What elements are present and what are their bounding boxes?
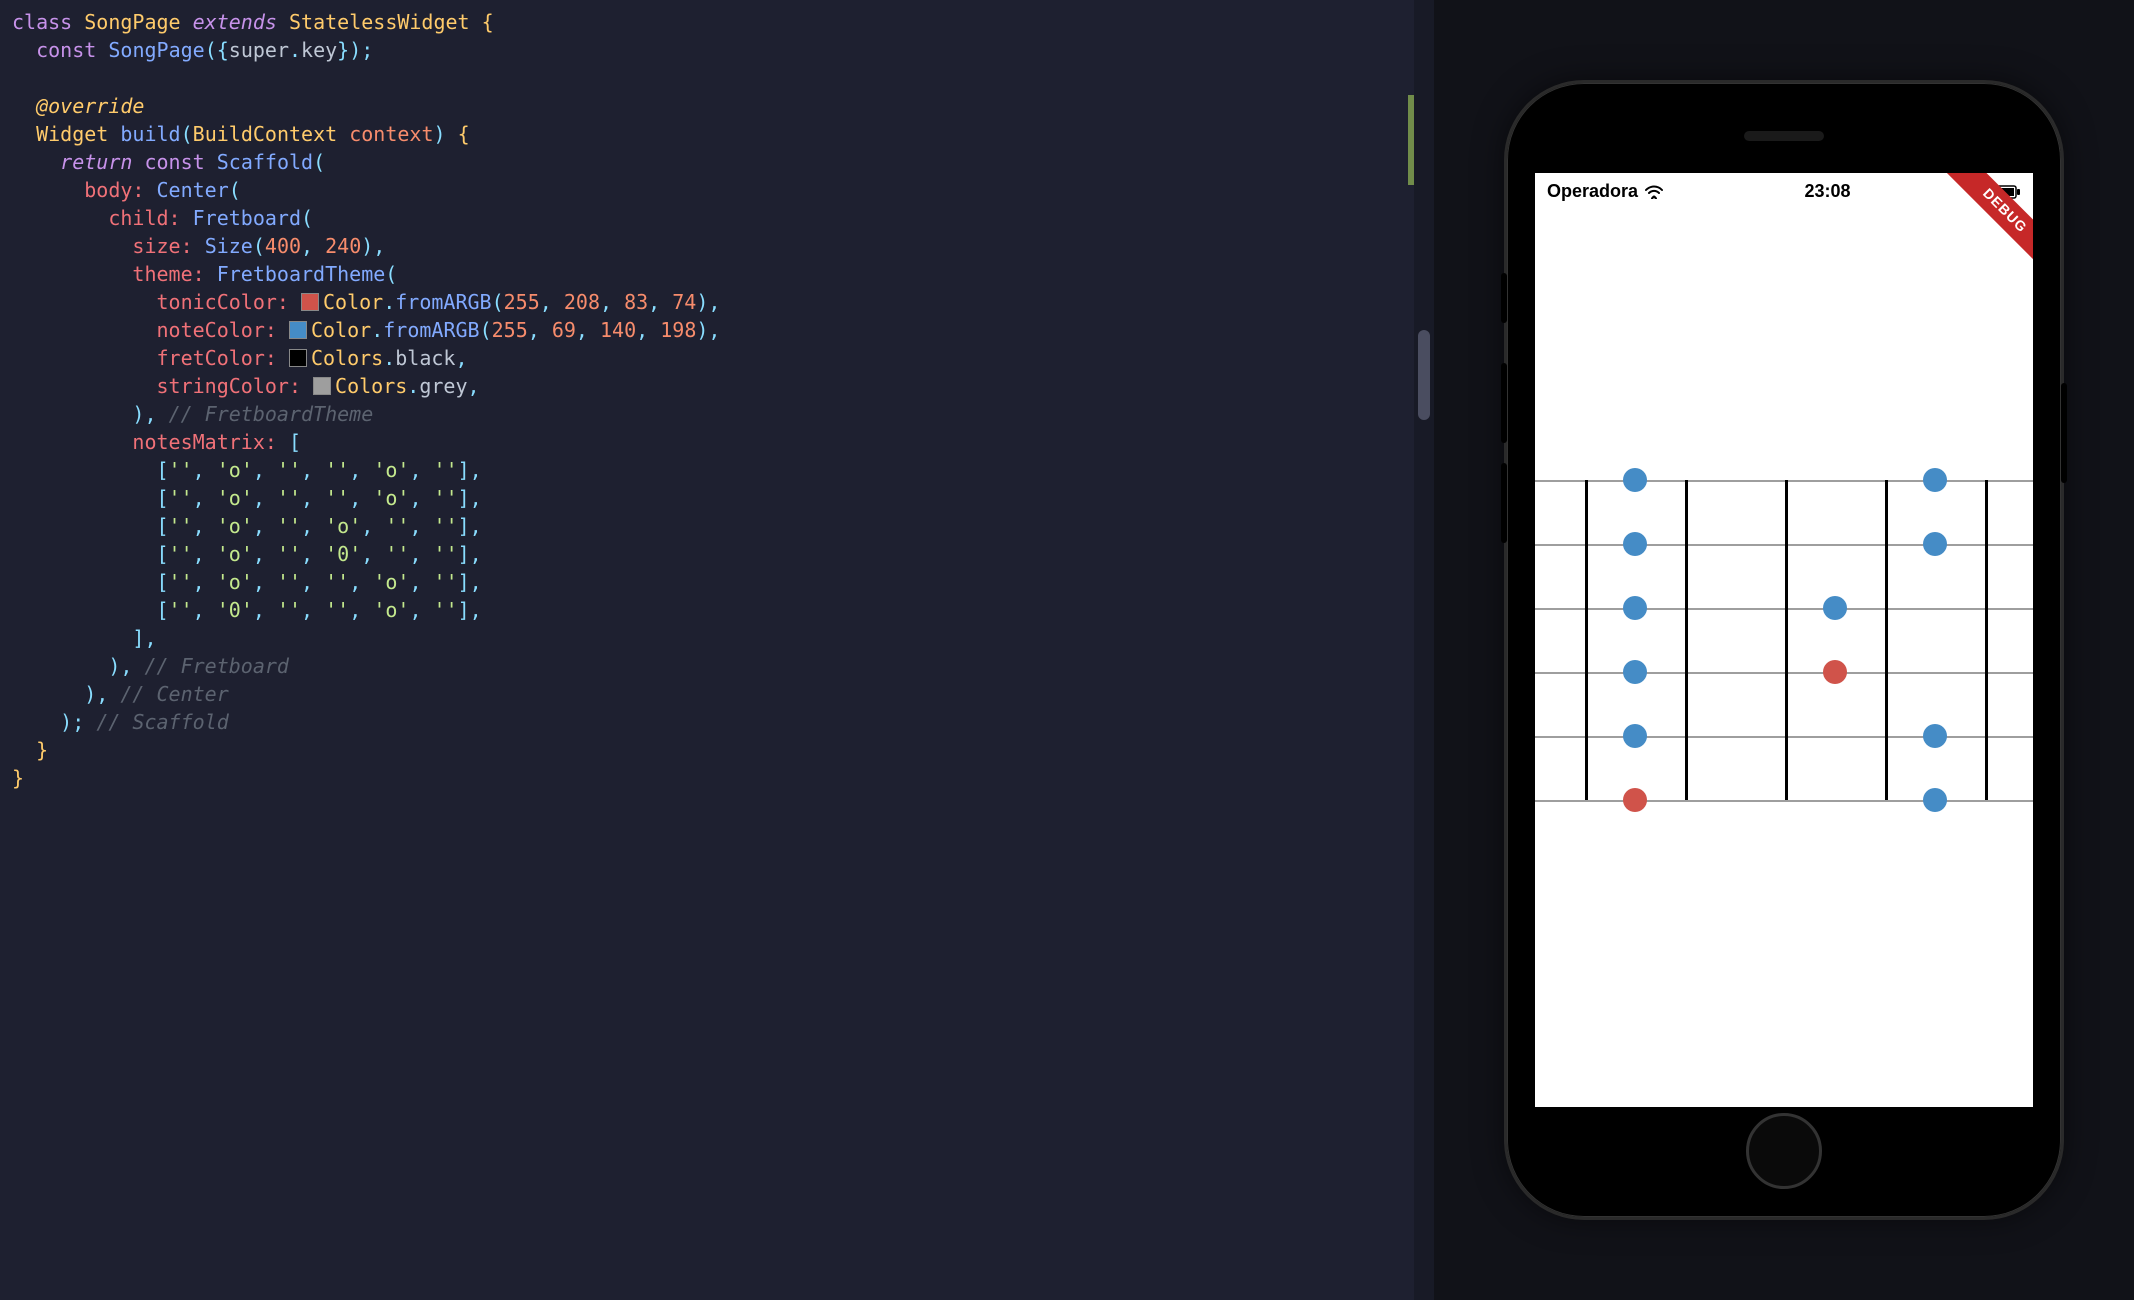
code-line: Widget build(BuildContext context) { [12, 120, 1372, 148]
editor-minimap[interactable] [1384, 0, 1414, 1300]
code-line: ], [12, 624, 1372, 652]
code-line: ['', 'o', '', '0', '', ''], [12, 540, 1372, 568]
phone-volume-down [1501, 463, 1507, 543]
fretboard-string [1535, 736, 2033, 738]
fretboard-fret [1885, 480, 1888, 800]
app-body [1535, 173, 2033, 1107]
code-line: ), // Center [12, 680, 1372, 708]
phone-frame: Operadora 23:08 DEBUG [1504, 80, 2064, 1220]
code-line: size: Size(400, 240), [12, 232, 1372, 260]
fretboard-string [1535, 608, 2033, 610]
editor-scrollbar[interactable] [1414, 0, 1434, 1300]
code-line: ), // Fretboard [12, 652, 1372, 680]
code-editor[interactable]: class SongPage extends StatelessWidget {… [0, 0, 1384, 1300]
fretboard-string [1535, 480, 2033, 482]
phone-volume-up [1501, 363, 1507, 443]
simulator-panel: Operadora 23:08 DEBUG [1434, 0, 2134, 1300]
code-line: } [12, 736, 1372, 764]
fretboard-fret [1785, 480, 1788, 800]
code-line: } [12, 764, 1372, 792]
code-line: noteColor: Color.fromARGB(255, 69, 140, … [12, 316, 1372, 344]
code-line: theme: FretboardTheme( [12, 260, 1372, 288]
fretboard-note-dot [1623, 468, 1647, 492]
code-line: ); // Scaffold [12, 708, 1372, 736]
code-line: const SongPage({super.key}); [12, 36, 1372, 64]
fretboard-note-dot [1823, 596, 1847, 620]
color-swatch-grey [313, 377, 331, 395]
fretboard-note-dot [1623, 532, 1647, 556]
fretboard-note-dot [1923, 532, 1947, 556]
fretboard-widget [1535, 480, 2033, 800]
fretboard-fret [1685, 480, 1688, 800]
fretboard-note-dot [1923, 724, 1947, 748]
fretboard-note-dot [1623, 660, 1647, 684]
code-line [12, 64, 1372, 92]
code-line: tonicColor: Color.fromARGB(255, 208, 83,… [12, 288, 1372, 316]
fretboard-tonic-dot [1623, 788, 1647, 812]
code-line: class SongPage extends StatelessWidget { [12, 8, 1372, 36]
fretboard-fret [1985, 480, 1988, 800]
phone-mute-switch [1501, 273, 1507, 323]
fretboard-note-dot [1623, 724, 1647, 748]
code-line: ['', 'o', '', 'o', '', ''], [12, 512, 1372, 540]
code-line: notesMatrix: [ [12, 428, 1372, 456]
code-line: ['', 'o', '', '', 'o', ''], [12, 456, 1372, 484]
phone-home-button[interactable] [1746, 1113, 1822, 1189]
fretboard-fret [1585, 480, 1588, 800]
code-line: child: Fretboard( [12, 204, 1372, 232]
color-swatch-black [289, 349, 307, 367]
color-swatch-red [301, 293, 319, 311]
code-line: @override [12, 92, 1372, 120]
code-line: ['', 'o', '', '', 'o', ''], [12, 568, 1372, 596]
phone-screen[interactable]: Operadora 23:08 DEBUG [1535, 173, 2033, 1107]
code-line: ['', 'o', '', '', 'o', ''], [12, 484, 1372, 512]
fretboard-note-dot [1923, 468, 1947, 492]
fretboard-note-dot [1623, 596, 1647, 620]
code-line: stringColor: Colors.grey, [12, 372, 1372, 400]
code-line: return const Scaffold( [12, 148, 1372, 176]
fretboard-string [1535, 800, 2033, 802]
fretboard-note-dot [1923, 788, 1947, 812]
fretboard-tonic-dot [1823, 660, 1847, 684]
code-line: body: Center( [12, 176, 1372, 204]
fretboard-string [1535, 544, 2033, 546]
code-line: ['', '0', '', '', 'o', ''], [12, 596, 1372, 624]
phone-speaker [1744, 131, 1824, 141]
scrollbar-thumb[interactable] [1418, 330, 1430, 420]
color-swatch-blue [289, 321, 307, 339]
code-line: ), // FretboardTheme [12, 400, 1372, 428]
code-line: fretColor: Colors.black, [12, 344, 1372, 372]
fretboard-string [1535, 672, 2033, 674]
phone-power-button [2061, 383, 2067, 483]
